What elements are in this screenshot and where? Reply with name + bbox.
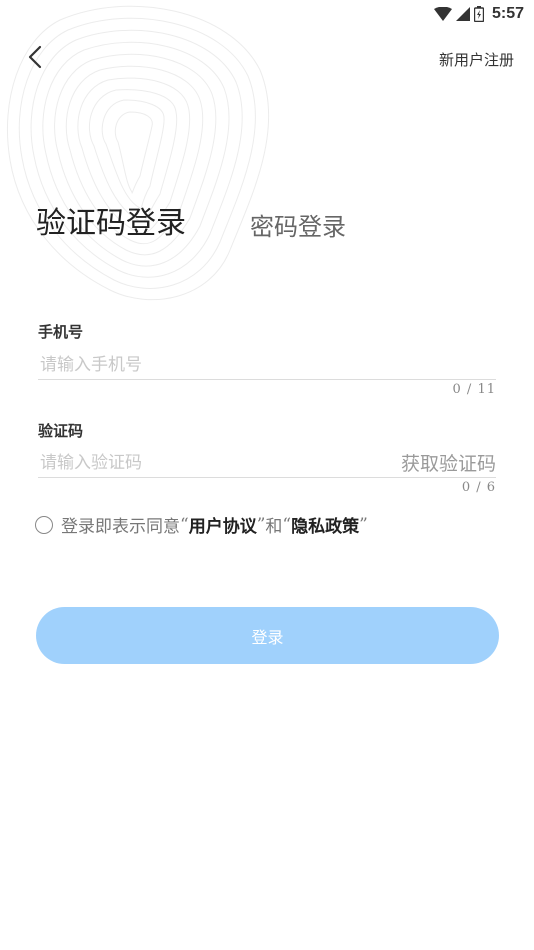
quote-open: “ <box>180 514 189 535</box>
battery-icon <box>473 6 484 22</box>
signal-icon <box>455 7 470 21</box>
phone-label: 手机号 <box>38 323 84 341</box>
register-link[interactable]: 新用户注册 <box>439 49 514 70</box>
agreement-prefix: 登录即表示同意 <box>61 517 180 537</box>
tab-code-login[interactable]: 验证码登录 <box>36 198 186 242</box>
tab-password-login[interactable]: 密码登录 <box>250 207 346 242</box>
privacy-policy-link[interactable]: 隐私政策 <box>291 512 359 537</box>
quote-close: ” <box>256 514 266 535</box>
user-agreement-link[interactable]: 用户协议 <box>189 512 257 537</box>
code-counter: 0 / 6 <box>461 480 496 495</box>
code-label: 验证码 <box>38 422 84 440</box>
agreement-row: 登录即表示同意 “ 用户协议 ” 和 “ 隐私政策 ” <box>35 512 368 537</box>
back-button[interactable] <box>22 43 50 71</box>
quote-close: ” <box>359 514 368 535</box>
phone-counter: 0 / 11 <box>452 382 496 397</box>
get-code-button[interactable]: 获取验证码 <box>401 449 496 476</box>
login-button[interactable]: 登录 <box>36 607 499 664</box>
chevron-left-icon <box>28 45 42 69</box>
wifi-icon <box>433 7 452 21</box>
phone-input[interactable] <box>38 350 496 380</box>
quote-open: “ <box>282 514 292 535</box>
status-time: 5:57 <box>491 5 524 22</box>
agreement-conjunction: 和 <box>265 517 283 537</box>
status-bar: 5:57 <box>0 0 534 28</box>
agreement-checkbox[interactable] <box>35 515 53 534</box>
